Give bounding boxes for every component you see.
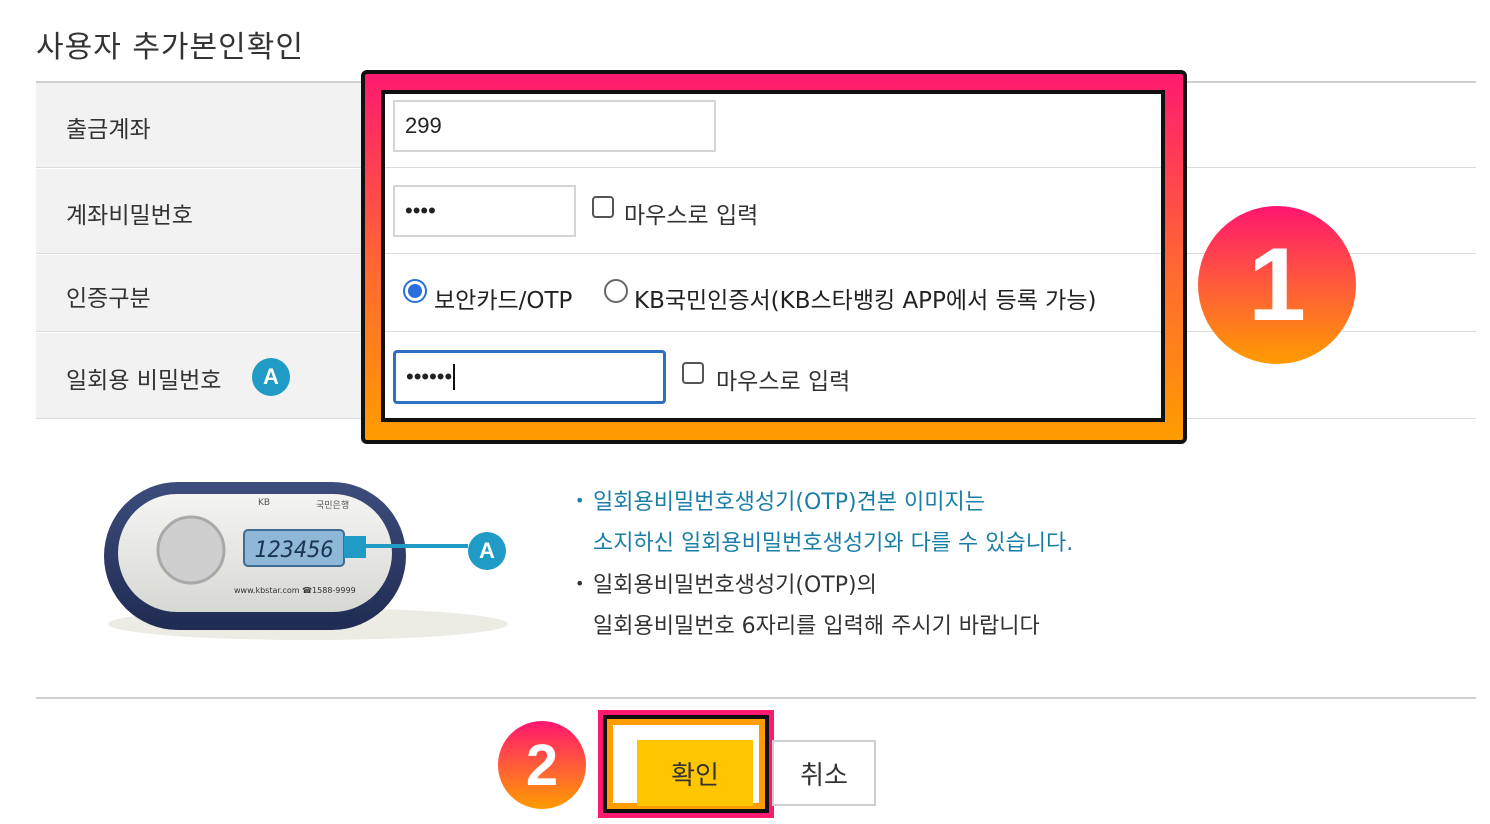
otp-device-bank: 국민은행 xyxy=(316,501,350,511)
account-password-value: •••• xyxy=(405,198,436,223)
annotation-badge-2: 2 xyxy=(498,721,586,809)
account-input[interactable]: 299 xyxy=(393,100,716,152)
account-password-mouse-checkbox[interactable] xyxy=(592,196,614,218)
account-label: 출금계좌 xyxy=(66,117,151,143)
cancel-button[interactable]: 취소 xyxy=(772,740,876,806)
otp-device-display: 123456 xyxy=(254,538,334,563)
text-caret xyxy=(453,364,456,390)
page-title: 사용자 추가본인확인 xyxy=(36,30,304,65)
info-line-2: 소지하신 일회용비밀번호생성기와 다를 수 있습니다. xyxy=(593,531,1074,556)
bullet-icon: • xyxy=(575,574,585,593)
info-line-1: • 일회용비밀번호생성기(OTP)견본 이미지는 xyxy=(575,490,986,515)
account-password-input[interactable]: •••• xyxy=(393,185,576,237)
otp-label: 일회용 비밀번호 xyxy=(66,368,222,394)
auth-type-label: 인증구분 xyxy=(66,286,151,312)
otp-mouse-label[interactable]: 마우스로 입력 xyxy=(716,362,850,396)
info-line-4: 일회용비밀번호 6자리를 입력해 주시기 바랍니다 xyxy=(593,614,1040,639)
account-password-mouse-label[interactable]: 마우스로 입력 xyxy=(624,196,758,230)
otp-input[interactable]: •••••• xyxy=(393,350,666,404)
row-divider xyxy=(385,167,1161,168)
otp-device-a-badge: A xyxy=(468,532,506,570)
confirm-button[interactable]: 확인 xyxy=(637,740,753,806)
bottom-divider xyxy=(36,697,1476,699)
otp-a-badge: A xyxy=(252,358,290,396)
bullet-icon: • xyxy=(575,491,585,510)
info-line-3: • 일회용비밀번호생성기(OTP)의 xyxy=(575,573,877,598)
auth-radio-kb-cert[interactable] xyxy=(604,279,628,303)
annotation-badge-1: 1 xyxy=(1198,206,1356,364)
auth-radio-otp-label[interactable]: 보안카드/OTP xyxy=(434,281,572,315)
auth-radio-otp[interactable] xyxy=(403,279,427,303)
otp-device-brand: KB xyxy=(258,498,271,508)
row-divider xyxy=(385,331,1161,332)
account-password-label: 계좌비밀번호 xyxy=(66,203,193,229)
row-divider xyxy=(385,253,1161,254)
account-value: 299 xyxy=(405,113,442,138)
otp-device-footer: www.kbstar.com ☎1588-9999 xyxy=(234,586,356,595)
otp-mouse-checkbox[interactable] xyxy=(682,362,704,384)
auth-radio-kb-cert-label[interactable]: KB국민인증서(KB스타뱅킹 APP에서 등록 가능) xyxy=(634,281,1096,315)
otp-value: •••••• xyxy=(406,364,453,389)
